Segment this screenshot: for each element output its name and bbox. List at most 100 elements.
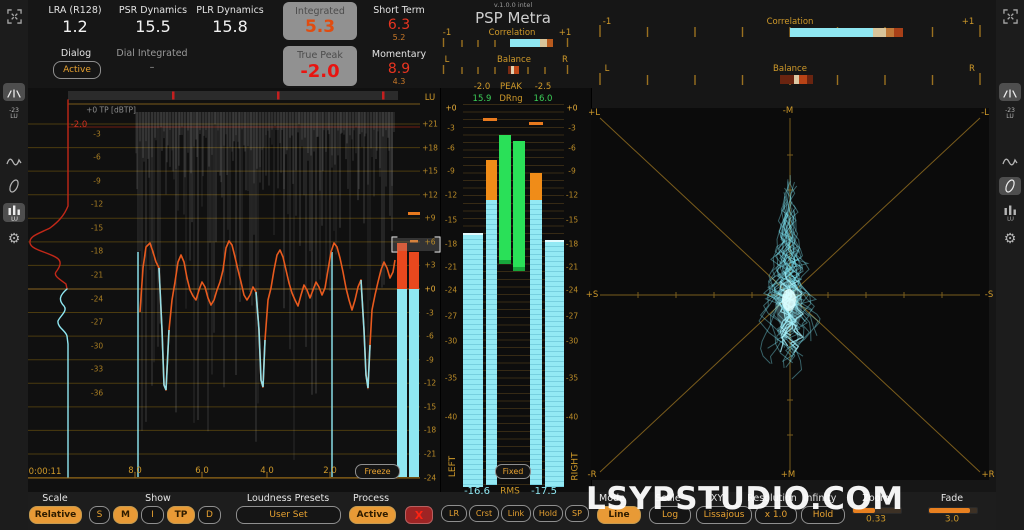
psp-metra-window: -23 LU LU ⚙ -23 LU LU ⚙ LRA (R128) 1.2 P… xyxy=(0,0,1024,530)
freeze-button[interactable]: Freeze xyxy=(355,464,400,479)
scale-relative-button[interactable]: Relative xyxy=(29,506,82,524)
view-waveform-icon[interactable] xyxy=(3,152,25,170)
view-waveform-icon-right[interactable] xyxy=(999,152,1021,170)
meter-scale-label: -40 xyxy=(444,412,458,422)
meter-scale-label: -30 xyxy=(444,336,458,346)
settings-gear-icon-right[interactable]: ⚙ xyxy=(999,230,1021,248)
meter-scale-label: -40 xyxy=(565,412,579,422)
meter-scale-label: -3 xyxy=(447,123,455,133)
peak-meter-left-hot xyxy=(486,160,497,200)
peak-right-value: -2.5 xyxy=(534,81,552,92)
hold-meter-button[interactable]: Hold xyxy=(533,505,563,522)
lu-scale-label: -24 xyxy=(423,472,437,482)
view-goniometer-icon[interactable] xyxy=(3,177,25,195)
app-title: PSP Metra xyxy=(475,9,551,27)
lr-button[interactable]: LR xyxy=(441,505,467,522)
link-button[interactable]: Link xyxy=(501,505,531,522)
left-channel-label: LEFT xyxy=(448,455,459,478)
loudness-bar-left xyxy=(499,135,511,264)
balance-label: Balance xyxy=(497,54,531,65)
lu-scale-label: +21 xyxy=(422,119,438,129)
peak-left-value: -2.0 xyxy=(473,81,491,92)
correlation-bar-tip xyxy=(547,39,553,47)
show-tp-button[interactable]: TP xyxy=(167,506,195,524)
crst-button[interactable]: Crst xyxy=(469,505,499,522)
view-lu-bars-icon-right[interactable]: LU xyxy=(999,203,1021,222)
ellipse-icon xyxy=(9,179,19,193)
true-peak-label: True Peak xyxy=(297,50,343,61)
meter-scale-label: +0 xyxy=(445,103,457,113)
svg-text:LU: LU xyxy=(1007,216,1014,221)
show-m-button[interactable]: M xyxy=(113,506,138,524)
waveform-icon xyxy=(6,158,22,165)
momentary-label: Momentary xyxy=(371,49,427,60)
gonio-correlation-mid xyxy=(886,28,894,37)
view-lu-scale-icon[interactable]: -23 LU xyxy=(3,105,25,123)
db-scale-label: -30 xyxy=(90,340,104,350)
view-lu-bars-icon[interactable]: LU xyxy=(3,203,25,222)
view-lu-scale-icon-right[interactable]: -23 LU xyxy=(999,105,1021,123)
watermark: LSYPSTUDIO.COM xyxy=(586,481,904,517)
db-scale-label: -36 xyxy=(90,388,104,398)
detach-window-icon-right[interactable] xyxy=(999,7,1021,25)
gonio-label-tr: -L xyxy=(981,107,989,118)
psr-label: PSR Dynamics xyxy=(118,5,188,16)
detach-window-icon[interactable] xyxy=(3,7,25,25)
time-label: 6.0 xyxy=(195,465,209,476)
lu-scale-label: -12 xyxy=(423,378,437,388)
peak-hold-left xyxy=(483,118,497,121)
meter-scale-label: -15 xyxy=(565,215,579,225)
lu-unit-label: LU xyxy=(424,92,436,103)
right-channel-label: RIGHT xyxy=(570,452,581,481)
time-label: 4.0 xyxy=(260,465,274,476)
version-label: v.1.0.0 intel xyxy=(493,1,533,9)
rms-label: RMS xyxy=(500,486,520,497)
momentary-secondary: 4.3 xyxy=(392,77,406,86)
peak-meter-left xyxy=(486,160,497,485)
true-peak-box: True Peak -2.0 xyxy=(283,46,357,86)
gonio-label-tc: -M xyxy=(782,105,794,116)
gonio-label-mr: -S xyxy=(984,289,994,300)
meter-scale-label: -30 xyxy=(565,336,579,346)
meter-scale-label: -18 xyxy=(565,239,579,249)
rms-meter-left xyxy=(463,233,483,487)
view-meters-icon[interactable] xyxy=(3,83,25,101)
meter-scale-label: -15 xyxy=(444,215,458,225)
tp-value-label: -2.0 xyxy=(70,119,88,130)
short-term-value: 6.3 xyxy=(387,17,411,33)
gonio-corr-min: -1 xyxy=(602,16,612,27)
show-d-button[interactable]: D xyxy=(198,506,221,524)
time-label: 8.0 xyxy=(128,465,142,476)
correlation-label: Correlation xyxy=(488,27,536,38)
dialog-active-button[interactable]: Active xyxy=(53,61,101,79)
fixed-button[interactable]: Fixed xyxy=(495,464,531,479)
gauges-icon xyxy=(7,88,21,98)
left-sidebar: -23 LU LU ⚙ xyxy=(0,0,28,530)
gonio-balance-right: R xyxy=(969,63,975,74)
balance-bar-tip xyxy=(514,66,519,74)
elapsed-time: 0:00:11 xyxy=(28,466,62,477)
fade-slider[interactable] xyxy=(928,507,978,514)
meter-scale-label: +0 xyxy=(566,103,578,113)
view-meters-icon-right[interactable] xyxy=(999,83,1021,101)
lra-value: 1.2 xyxy=(62,17,88,36)
show-group-label: Show xyxy=(145,493,171,504)
show-i-button[interactable]: I xyxy=(141,506,164,524)
goniometer-panel xyxy=(591,108,989,480)
db-scale-label: -12 xyxy=(90,199,104,209)
corr-max-label: +1 xyxy=(558,27,572,38)
gonio-balance-bar-d xyxy=(807,75,813,84)
plr-label: PLR Dynamics xyxy=(196,5,264,16)
settings-gear-icon[interactable]: ⚙ xyxy=(3,230,25,248)
waveform-icon xyxy=(1002,158,1018,165)
db-scale-label: -24 xyxy=(90,293,104,303)
meter-scale-label: -9 xyxy=(447,166,455,176)
peak-meter-right-body xyxy=(530,200,542,485)
process-close-button[interactable]: X xyxy=(405,506,433,524)
process-group-label: Process xyxy=(352,493,390,504)
scale-group-label: Scale xyxy=(42,493,68,504)
process-active-button[interactable]: Active xyxy=(349,506,396,524)
presets-select[interactable]: User Set xyxy=(236,506,341,524)
show-s-button[interactable]: S xyxy=(89,506,110,524)
view-goniometer-icon-right[interactable] xyxy=(999,177,1021,195)
